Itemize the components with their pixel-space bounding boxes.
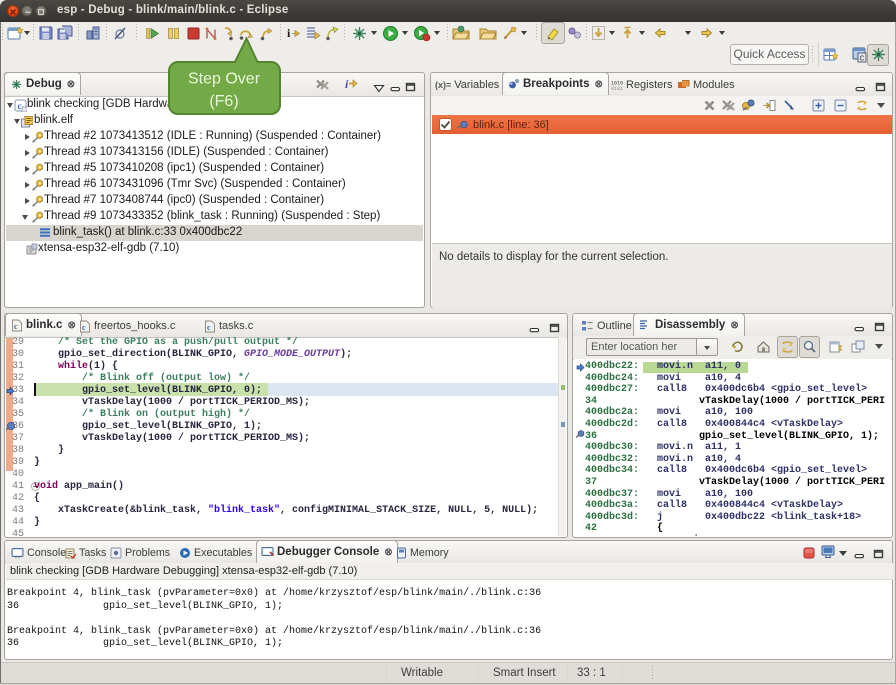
svg-text:c: c xyxy=(14,322,18,331)
svg-text:c: c xyxy=(82,323,86,332)
svg-text:0101: 0101 xyxy=(611,86,623,91)
svg-text:Step Over: Step Over xyxy=(188,71,261,88)
svg-text:(F6): (F6) xyxy=(209,93,238,110)
svg-text:c: c xyxy=(18,101,22,111)
svg-text:c: c xyxy=(207,323,211,332)
svg-text:i: i xyxy=(287,26,291,40)
svg-text:C: C xyxy=(860,56,865,63)
